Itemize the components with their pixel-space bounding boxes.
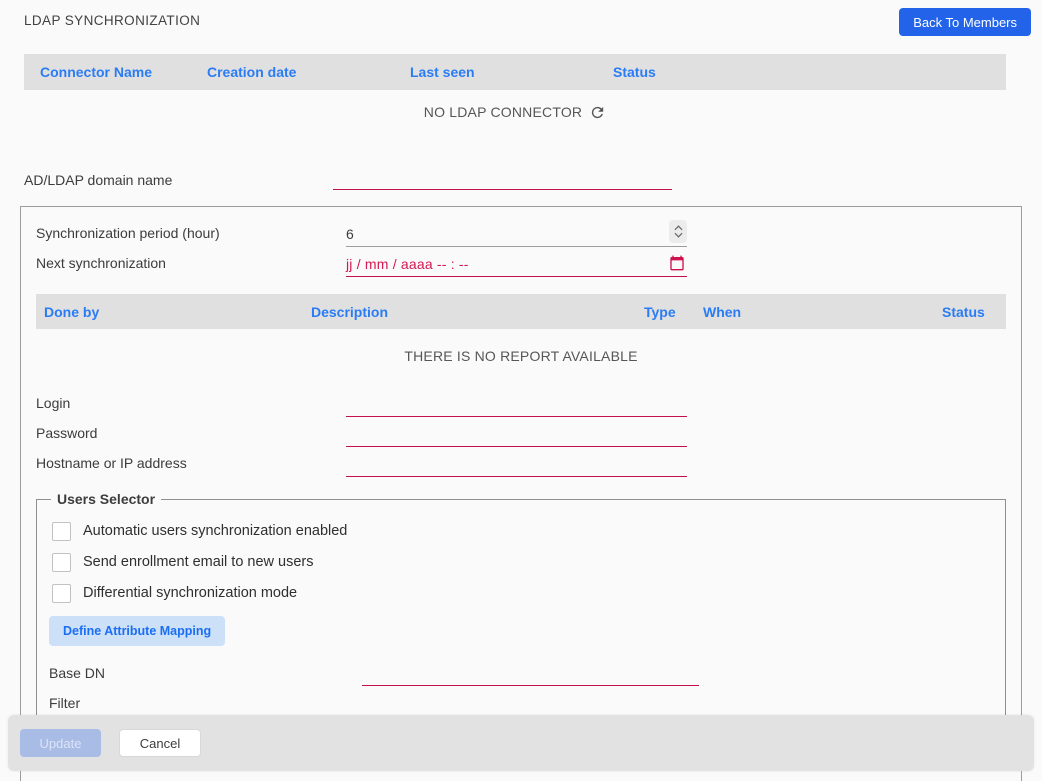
differential-sync-checkbox-row: Differential synchronization mode — [52, 582, 993, 604]
col-type: Type — [644, 304, 703, 320]
define-attribute-mapping-button[interactable]: Define Attribute Mapping — [49, 616, 225, 646]
domain-name-row: AD/LDAP domain name — [24, 156, 1042, 190]
chevron-down-icon — [674, 232, 683, 238]
next-sync-row: Next synchronization jj / mm / aaaa -- :… — [36, 247, 1006, 277]
page-header: LDAP SYNCHRONIZATION Back To Members — [0, 0, 1042, 46]
calendar-icon[interactable] — [669, 255, 685, 271]
users-selector-fieldset: Users Selector Automatic users synchroni… — [36, 491, 1006, 736]
sync-period-row: Synchronization period (hour) 6 — [36, 217, 1006, 247]
number-spinner[interactable] — [669, 220, 687, 243]
filter-row: Filter — [49, 686, 993, 716]
connector-table-header: Connector Name Creation date Last seen S… — [24, 54, 1006, 90]
base-dn-input[interactable] — [362, 660, 699, 686]
connector-table: Connector Name Creation date Last seen S… — [24, 54, 1006, 134]
col-creation-date: Creation date — [207, 64, 410, 80]
differential-sync-label: Differential synchronization mode — [83, 585, 297, 601]
chevron-up-icon — [674, 225, 683, 231]
col-report-status: Status — [942, 304, 1006, 320]
differential-sync-checkbox[interactable] — [52, 584, 71, 603]
col-status: Status — [613, 64, 1006, 80]
password-row: Password — [36, 417, 1006, 447]
connector-empty-text: NO LDAP CONNECTOR — [424, 104, 582, 120]
base-dn-label: Base DN — [49, 665, 362, 686]
login-label: Login — [36, 395, 346, 417]
report-table-header: Done by Description Type When Status — [36, 294, 1006, 329]
login-input[interactable] — [346, 391, 687, 417]
domain-name-label: AD/LDAP domain name — [24, 172, 333, 190]
login-row: Login — [36, 387, 1006, 417]
users-selector-legend: Users Selector — [51, 491, 161, 507]
synchronization-settings-box: Synchronization period (hour) 6 Next syn… — [20, 206, 1022, 781]
col-done-by: Done by — [44, 304, 311, 320]
base-dn-row: Base DN — [49, 656, 993, 686]
col-description: Description — [311, 304, 644, 320]
password-label: Password — [36, 425, 346, 447]
sync-period-input[interactable]: 6 — [346, 221, 687, 247]
domain-name-input[interactable] — [333, 164, 672, 190]
refresh-icon[interactable] — [589, 104, 606, 121]
password-input[interactable] — [346, 421, 687, 447]
enrollment-email-checkbox-row: Send enrollment email to new users — [52, 551, 993, 573]
enrollment-email-label: Send enrollment email to new users — [83, 554, 314, 570]
cancel-button[interactable]: Cancel — [119, 729, 201, 757]
report-empty-state: THERE IS NO REPORT AVAILABLE — [36, 348, 1006, 364]
auto-sync-label: Automatic users synchronization enabled — [83, 523, 347, 539]
hostname-input[interactable] — [346, 451, 687, 477]
next-sync-date-input[interactable]: jj / mm / aaaa -- : -- — [346, 251, 687, 277]
filter-input[interactable] — [362, 690, 699, 716]
col-last-seen: Last seen — [410, 64, 613, 80]
connector-empty-state: NO LDAP CONNECTOR — [24, 90, 1006, 134]
page-title: LDAP SYNCHRONIZATION — [24, 8, 200, 28]
next-sync-placeholder: jj / mm / aaaa -- : -- — [346, 256, 469, 272]
col-connector-name: Connector Name — [40, 64, 207, 80]
bottom-action-bar: Update Cancel — [8, 715, 1034, 771]
back-to-members-button[interactable]: Back To Members — [899, 8, 1031, 36]
hostname-row: Hostname or IP address — [36, 447, 1006, 477]
sync-period-value: 6 — [346, 226, 354, 242]
update-button[interactable]: Update — [20, 729, 101, 757]
next-sync-label: Next synchronization — [36, 255, 346, 277]
filter-label: Filter — [49, 695, 362, 716]
sync-period-label: Synchronization period (hour) — [36, 225, 346, 247]
auto-sync-checkbox[interactable] — [52, 522, 71, 541]
auto-sync-checkbox-row: Automatic users synchronization enabled — [52, 520, 993, 542]
enrollment-email-checkbox[interactable] — [52, 553, 71, 572]
hostname-label: Hostname or IP address — [36, 455, 346, 477]
ldap-synchronization-page: LDAP SYNCHRONIZATION Back To Members Con… — [0, 0, 1042, 781]
col-when: When — [703, 304, 942, 320]
